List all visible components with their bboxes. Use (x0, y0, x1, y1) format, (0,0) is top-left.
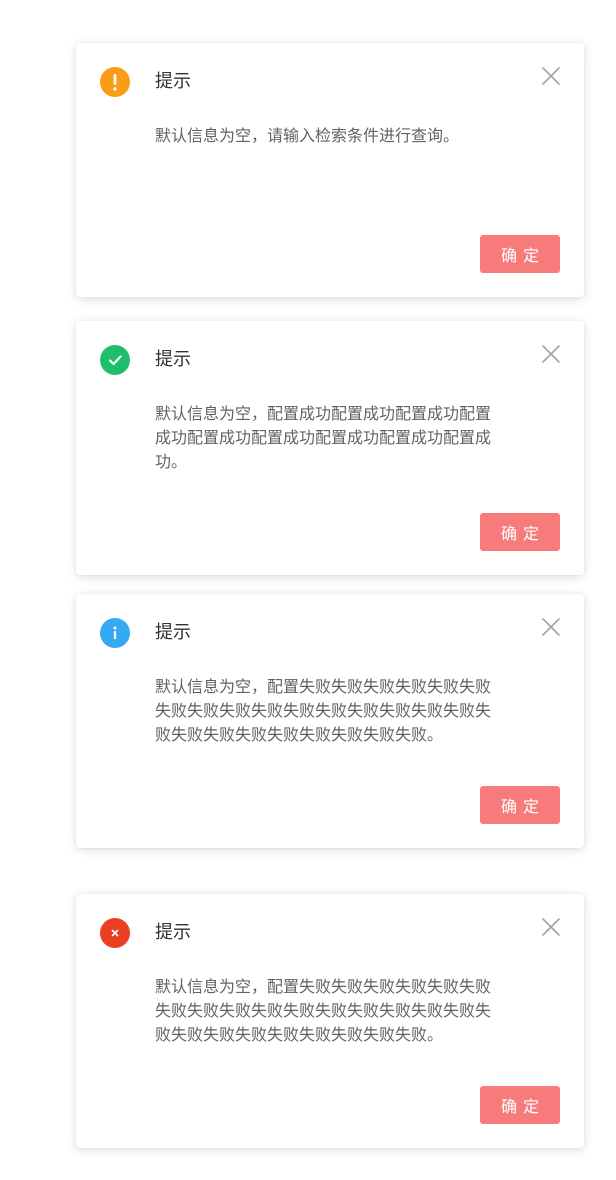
warning-exclamation-icon (100, 67, 130, 97)
dialog-title: 提示 (155, 922, 191, 943)
confirm-button[interactable]: 确定 (480, 1086, 560, 1124)
close-icon[interactable] (540, 916, 562, 938)
warning-dialog: 提示 默认信息为空，请输入检索条件进行查询。 确定 (76, 43, 584, 297)
confirm-button[interactable]: 确定 (480, 235, 560, 273)
close-icon[interactable] (540, 343, 562, 365)
info-dialog: 提示 默认信息为空，配置失败失败失败失败失败失败失败失败失败失败失败失败失败失败… (76, 594, 584, 848)
success-check-icon (100, 345, 130, 375)
confirm-button[interactable]: 确定 (480, 513, 560, 551)
close-icon[interactable] (540, 616, 562, 638)
dialog-message: 默认信息为空，请输入检索条件进行查询。 (155, 126, 460, 145)
dialog-title: 提示 (155, 71, 191, 92)
dialog-message: 默认信息为空，配置成功配置成功配置成功配置成功配置成功配置成功配置成功配置成功配… (155, 404, 492, 471)
error-dialog: 提示 默认信息为空，配置失败失败失败失败失败失败失败失败失败失败失败失败失败失败… (76, 894, 584, 1148)
error-cross-icon (100, 918, 130, 948)
dialog-message: 默认信息为空，配置失败失败失败失败失败失败失败失败失败失败失败失败失败失败失败失… (155, 677, 492, 744)
close-icon[interactable] (540, 65, 562, 87)
dialog-title: 提示 (155, 349, 191, 370)
dialog-message: 默认信息为空，配置失败失败失败失败失败失败失败失败失败失败失败失败失败失败失败失… (155, 977, 492, 1044)
dialog-title: 提示 (155, 622, 191, 643)
confirm-button[interactable]: 确定 (480, 786, 560, 824)
success-dialog: 提示 默认信息为空，配置成功配置成功配置成功配置成功配置成功配置成功配置成功配置… (76, 321, 584, 575)
info-icon (100, 618, 130, 648)
